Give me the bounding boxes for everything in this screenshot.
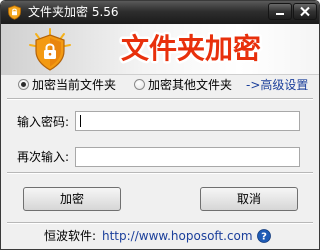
text-caret xyxy=(80,115,81,127)
banner: 文件夹加密 xyxy=(1,24,319,75)
encrypt-other-label[interactable]: 加密其他文件夹 xyxy=(148,77,232,93)
close-icon xyxy=(300,6,310,17)
encrypt-current-label[interactable]: 加密当前文件夹 xyxy=(32,77,116,93)
encrypt-button[interactable]: 加密 xyxy=(23,187,121,211)
confirm-password-field[interactable] xyxy=(75,147,300,167)
divider xyxy=(7,222,313,224)
shield-lock-icon xyxy=(29,28,71,71)
website-link[interactable]: http://www.hoposoft.com xyxy=(102,228,253,244)
banner-title-text: 文件夹加密 xyxy=(121,32,261,65)
password-label: 输入密码: xyxy=(17,115,70,129)
encrypt-current-radio[interactable] xyxy=(18,79,29,90)
title-bar[interactable]: 文件夹加密 5.56 xyxy=(1,1,319,24)
password-field[interactable] xyxy=(75,111,300,131)
folder-lock-icon xyxy=(8,5,21,20)
minimize-icon xyxy=(276,13,284,15)
advanced-settings-link[interactable]: ->高级设置 xyxy=(246,77,308,93)
close-button[interactable] xyxy=(293,3,317,20)
svg-text:?: ? xyxy=(261,232,267,243)
divider xyxy=(7,172,313,174)
confirm-password-label: 再次输入: xyxy=(17,150,70,164)
mode-options: 加密当前文件夹 加密其他文件夹 ->高级设置 xyxy=(1,75,319,95)
banner-title: 文件夹加密 xyxy=(118,30,263,68)
company-label: 恒波软件: xyxy=(44,229,97,243)
encrypt-other-radio[interactable] xyxy=(134,79,145,90)
divider xyxy=(7,98,313,100)
cancel-button[interactable]: 取消 xyxy=(200,187,298,211)
minimize-button[interactable] xyxy=(268,3,292,20)
main-window: 文件夹加密 5.56 文件夹加密 加密当前文件夹 加密其他文件夹 ->高级设置 … xyxy=(0,0,320,250)
window-title: 文件夹加密 5.56 xyxy=(28,5,119,19)
help-icon[interactable]: ? xyxy=(257,229,271,243)
